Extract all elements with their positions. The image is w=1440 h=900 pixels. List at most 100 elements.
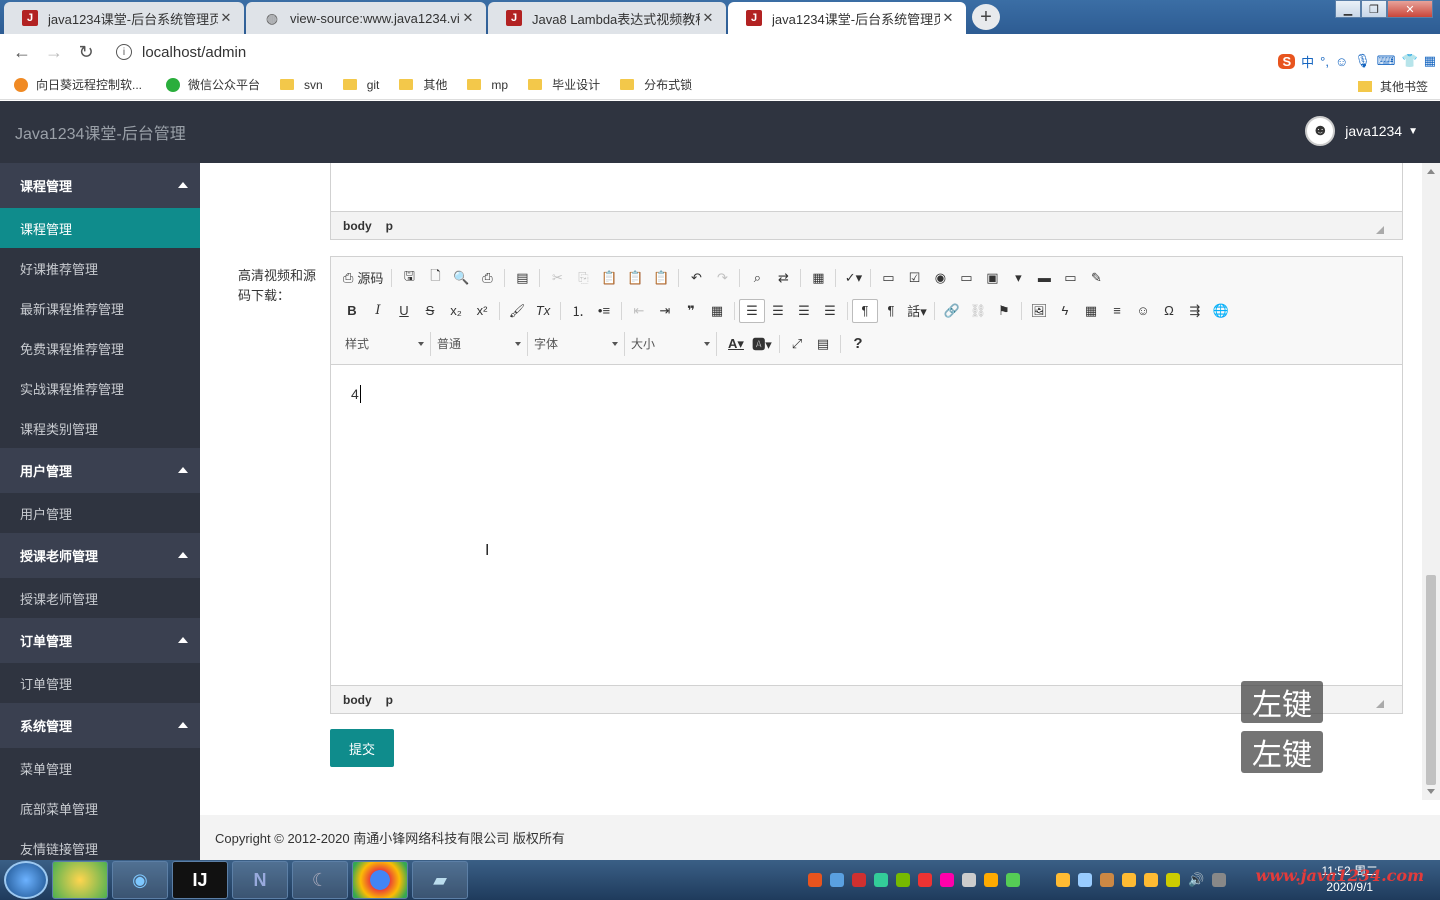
shield-tray-icon[interactable] bbox=[874, 873, 888, 887]
size-dropdown[interactable]: 大小 bbox=[625, 331, 717, 356]
superscript-icon[interactable]: x² bbox=[469, 299, 495, 323]
browser-tab-3[interactable]: J Java8 Lambda表达式视频教程-j ✕ bbox=[488, 2, 726, 34]
font-dropdown[interactable]: 字体 bbox=[528, 331, 625, 356]
page-scrollbar[interactable] bbox=[1422, 163, 1440, 800]
maximize-icon[interactable]: ⤢ bbox=[784, 332, 810, 356]
format-dropdown[interactable]: 普通 bbox=[431, 331, 528, 356]
indent-icon[interactable]: ⇥ bbox=[652, 299, 678, 323]
close-tab-icon[interactable]: ✕ bbox=[700, 10, 716, 26]
bookmark-graduation[interactable]: 毕业设计 bbox=[528, 76, 600, 93]
sidebar-item-friend-link[interactable]: 友情链接管理 bbox=[0, 828, 200, 860]
sidebar-group-system[interactable]: 系统管理 bbox=[0, 703, 200, 748]
blockquote-icon[interactable]: ❞ bbox=[678, 299, 704, 323]
editor-app-icon[interactable]: N bbox=[232, 861, 288, 899]
hidden-field-icon[interactable]: ✎ bbox=[1083, 266, 1109, 290]
spellcheck-icon[interactable]: ✓▾ bbox=[840, 266, 866, 290]
qq-app-icon[interactable]: ◉ bbox=[112, 861, 168, 899]
app-title[interactable]: Java1234课堂-后台管理 bbox=[15, 120, 186, 144]
forward-arrow-icon[interactable]: → bbox=[38, 42, 70, 63]
maximize-button[interactable]: ❐ bbox=[1361, 0, 1387, 18]
save-icon[interactable]: 🖫 bbox=[396, 266, 422, 290]
volume-icon[interactable]: 🔊 bbox=[1188, 872, 1204, 888]
copy-format-icon[interactable]: 🖌 bbox=[504, 299, 530, 323]
resize-handle-icon[interactable] bbox=[1376, 700, 1384, 708]
eclipse-app-icon[interactable]: ☾ bbox=[292, 861, 348, 899]
chrome-app-icon[interactable] bbox=[352, 861, 408, 899]
bookmark-svn[interactable]: svn bbox=[280, 78, 323, 92]
sidebar-group-teacher[interactable]: 授课老师管理 bbox=[0, 533, 200, 578]
user-menu[interactable]: ☻ java1234 ▼ bbox=[1305, 116, 1418, 146]
emoji-icon[interactable]: ☺ bbox=[1335, 54, 1348, 69]
textarea-icon[interactable]: ▣ bbox=[979, 266, 1005, 290]
italic-icon[interactable]: I bbox=[365, 299, 391, 323]
path-p[interactable]: p bbox=[386, 219, 393, 233]
wifi-tray-icon[interactable] bbox=[1078, 873, 1092, 887]
remove-format-icon[interactable]: Tx bbox=[530, 299, 556, 323]
bookmark-sunlogin[interactable]: 向日葵远程控制软... bbox=[14, 76, 142, 93]
previous-rich-text-editor[interactable]: body p bbox=[330, 163, 1403, 240]
radio-icon[interactable]: ◉ bbox=[927, 266, 953, 290]
resize-handle-icon[interactable] bbox=[1376, 226, 1384, 234]
table-icon[interactable]: ▦ bbox=[1078, 299, 1104, 323]
close-tab-icon[interactable]: ✕ bbox=[218, 10, 234, 26]
app-tray-icon[interactable] bbox=[1056, 873, 1070, 887]
wechat-tray-icon[interactable] bbox=[1006, 873, 1020, 887]
dict-tray-icon[interactable] bbox=[852, 873, 866, 887]
sidebar-item-new-course[interactable]: 最新课程推荐管理 bbox=[0, 288, 200, 328]
app3-tray-icon[interactable] bbox=[1144, 873, 1158, 887]
sidebar-item-course[interactable]: 课程管理 bbox=[0, 208, 200, 248]
punctuation-icon[interactable]: °, bbox=[1320, 54, 1329, 69]
ime-mode-label[interactable]: 中 bbox=[1301, 52, 1314, 71]
horizontal-rule-icon[interactable]: ≡ bbox=[1104, 299, 1130, 323]
back-arrow-icon[interactable]: ← bbox=[6, 42, 38, 63]
network-tray-icon[interactable] bbox=[962, 873, 976, 887]
submit-button[interactable]: 提交 bbox=[330, 729, 394, 767]
sogou-ime-icon[interactable]: S bbox=[1278, 53, 1296, 69]
keyboard-icon[interactable]: ⌨ bbox=[1377, 53, 1396, 69]
numbered-list-icon[interactable]: ⒈ bbox=[565, 299, 591, 323]
sidebar-item-user[interactable]: 用户管理 bbox=[0, 493, 200, 533]
page-break-icon[interactable]: ⇶ bbox=[1182, 299, 1208, 323]
s-tray-icon[interactable] bbox=[918, 873, 932, 887]
close-tab-icon[interactable]: ✕ bbox=[940, 10, 956, 26]
bg-color-icon[interactable]: 🅰▾ bbox=[749, 332, 775, 356]
scroll-thumb[interactable] bbox=[1426, 575, 1436, 785]
close-window-button[interactable]: ✕ bbox=[1387, 0, 1433, 18]
sidebar-item-footer-menu[interactable]: 底部菜单管理 bbox=[0, 788, 200, 828]
language-icon[interactable]: 話▾ bbox=[904, 299, 930, 323]
sidebar-item-free-course[interactable]: 免费课程推荐管理 bbox=[0, 328, 200, 368]
special-char-icon[interactable]: Ω bbox=[1156, 299, 1182, 323]
button-field-icon[interactable]: ▬ bbox=[1031, 266, 1057, 290]
anchor-flag-icon[interactable]: ⚑ bbox=[991, 299, 1017, 323]
scroll-down-icon[interactable] bbox=[1427, 789, 1435, 794]
flower-tray-icon[interactable] bbox=[940, 873, 954, 887]
div-container-icon[interactable]: ▦ bbox=[704, 299, 730, 323]
templates-icon[interactable]: ▤ bbox=[509, 266, 535, 290]
replace-icon[interactable]: ⇄ bbox=[770, 266, 796, 290]
user-tray-icon[interactable] bbox=[1100, 873, 1114, 887]
sidebar-item-practical-course[interactable]: 实战课程推荐管理 bbox=[0, 368, 200, 408]
redo-icon[interactable]: ↷ bbox=[709, 266, 735, 290]
sogou-tray-icon[interactable] bbox=[808, 873, 822, 887]
browser-tab-2[interactable]: ◍ view-source:www.java1234.vip ✕ bbox=[246, 2, 486, 34]
browser-tab-active[interactable]: J java1234课堂-后台系统管理页面 ✕ bbox=[728, 2, 966, 34]
align-left-icon[interactable]: ☰ bbox=[739, 298, 765, 323]
box-tray-icon[interactable] bbox=[830, 873, 844, 887]
strikethrough-icon[interactable]: S bbox=[417, 299, 443, 323]
rtl-icon[interactable]: ¶ bbox=[878, 299, 904, 323]
sidebar-group-order[interactable]: 订单管理 bbox=[0, 618, 200, 663]
bulleted-list-icon[interactable]: •≡ bbox=[591, 299, 617, 323]
paste-icon[interactable]: 📋 bbox=[596, 266, 622, 290]
smiley-icon[interactable]: ☺ bbox=[1130, 299, 1156, 323]
sidebar-item-menu[interactable]: 菜单管理 bbox=[0, 748, 200, 788]
close-tab-icon[interactable]: ✕ bbox=[460, 10, 476, 26]
app2-tray-icon[interactable] bbox=[1122, 873, 1136, 887]
select-field-icon[interactable]: ▾ bbox=[1005, 266, 1031, 290]
sidebar-group-user[interactable]: 用户管理 bbox=[0, 448, 200, 493]
editor-content-area[interactable]: 4 bbox=[331, 365, 1402, 685]
sidebar-item-good-course[interactable]: 好课推荐管理 bbox=[0, 248, 200, 288]
link-icon[interactable]: 🔗 bbox=[939, 299, 965, 323]
image-icon[interactable]: 🖼 bbox=[1026, 299, 1052, 323]
align-center-icon[interactable]: ☰ bbox=[765, 299, 791, 323]
cut-icon[interactable]: ✂ bbox=[544, 266, 570, 290]
